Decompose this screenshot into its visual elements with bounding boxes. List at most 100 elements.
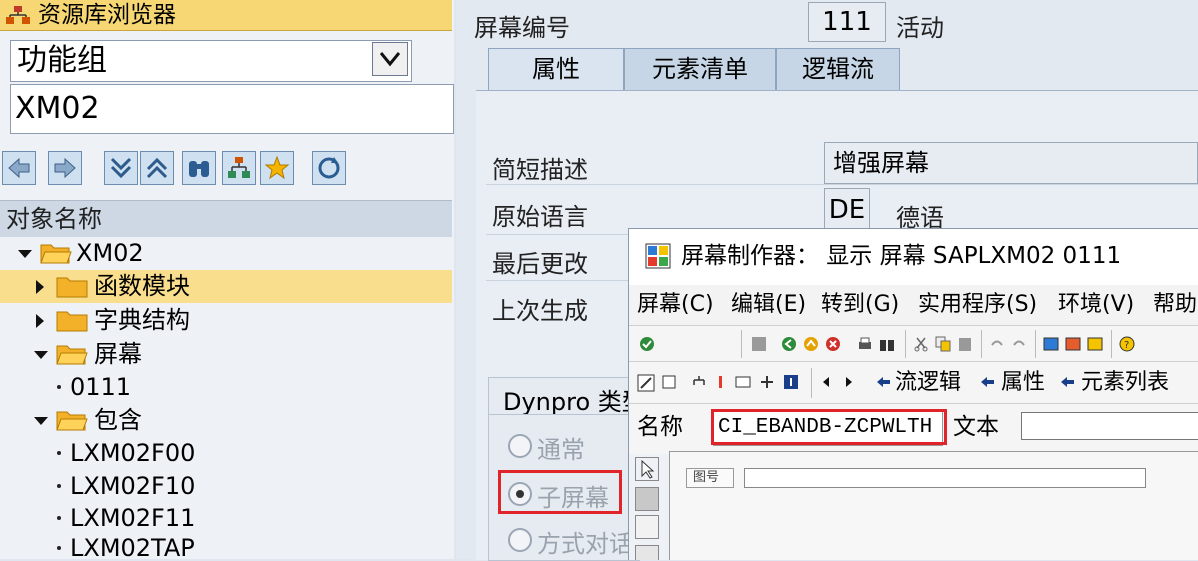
info-marker-icon[interactable] bbox=[713, 374, 729, 390]
orig-lang-field[interactable]: DE bbox=[824, 188, 870, 232]
folder-icon bbox=[56, 311, 88, 332]
back-button[interactable] bbox=[2, 151, 36, 185]
object-name-input[interactable]: XM02 bbox=[10, 84, 454, 134]
folder-open-icon bbox=[40, 244, 72, 264]
paste-icon[interactable] bbox=[957, 336, 973, 352]
tree-node-include[interactable]: LXM02F10 bbox=[0, 470, 452, 503]
edit-icon[interactable] bbox=[637, 374, 655, 392]
menu-environment[interactable]: 环境(V) bbox=[1058, 291, 1134, 319]
radio-modal[interactable] bbox=[508, 528, 532, 552]
tree-label: XM02 bbox=[76, 239, 144, 267]
layout-canvas[interactable]: 图号 bbox=[669, 451, 1198, 560]
inputfield-tool-icon[interactable] bbox=[635, 515, 659, 539]
display-change-icon[interactable] bbox=[661, 374, 677, 390]
tree-node-dictionary-structures[interactable]: 字典结构 bbox=[0, 304, 452, 337]
find-button[interactable] bbox=[182, 151, 216, 185]
refresh-button[interactable] bbox=[312, 151, 346, 185]
help-icon[interactable]: ? bbox=[1119, 336, 1135, 352]
back-icon[interactable] bbox=[781, 336, 797, 352]
copy-icon[interactable] bbox=[935, 336, 951, 352]
next-icon[interactable] bbox=[841, 374, 857, 390]
exit-icon[interactable] bbox=[803, 336, 819, 352]
bullet-icon bbox=[57, 451, 61, 455]
bullet-icon bbox=[57, 516, 61, 520]
attributes-link[interactable]: 属性 bbox=[1001, 368, 1045, 398]
tree-node-includes[interactable]: 包含 bbox=[0, 404, 452, 437]
info-icon[interactable] bbox=[783, 374, 799, 390]
forward-button[interactable] bbox=[48, 151, 82, 185]
menu-screen[interactable]: 屏幕(C) bbox=[637, 291, 714, 319]
layout-icon[interactable] bbox=[1087, 336, 1103, 352]
tree-node-screens[interactable]: 屏幕 bbox=[0, 338, 452, 371]
menu-edit[interactable]: 编辑(E) bbox=[731, 291, 806, 319]
hierarchy-icon[interactable] bbox=[691, 374, 707, 390]
element-list-link[interactable]: 元素列表 bbox=[1081, 368, 1169, 398]
screen-painter-window: 屏幕制作器： 显示 屏幕 SAPLXM02 0111 屏幕(C) 编辑(E) 转… bbox=[628, 228, 1198, 560]
collapse-button[interactable] bbox=[104, 151, 138, 185]
object-type-dropdown[interactable]: 功能组 bbox=[10, 40, 412, 82]
tab-element-list[interactable]: 元素清单 bbox=[624, 48, 776, 90]
tree-node-include[interactable]: LXM02TAP bbox=[0, 532, 452, 559]
dropdown-button[interactable] bbox=[372, 42, 408, 76]
network-icon[interactable] bbox=[759, 374, 775, 390]
toolbar-separator bbox=[1111, 330, 1112, 358]
standard-toolbar: ? bbox=[629, 325, 1198, 362]
expanded-icon[interactable] bbox=[18, 250, 32, 258]
flow-logic-link[interactable]: 流逻辑 bbox=[895, 368, 961, 398]
tab-attributes[interactable]: 属性 bbox=[488, 48, 624, 90]
cut-icon[interactable] bbox=[913, 336, 929, 352]
tree-column-header: 对象名称 bbox=[0, 200, 452, 237]
hierarchy-icon bbox=[228, 157, 250, 178]
save-icon[interactable] bbox=[751, 336, 767, 352]
canvas-label-element[interactable]: 图号 bbox=[686, 468, 734, 488]
expanded-icon[interactable] bbox=[34, 417, 48, 425]
element-text-field[interactable] bbox=[1021, 412, 1198, 440]
radio-normal[interactable] bbox=[508, 434, 532, 458]
screen-number-field[interactable]: 111 bbox=[808, 2, 886, 42]
layout-icon[interactable] bbox=[1065, 336, 1081, 352]
collapsed-icon[interactable] bbox=[36, 314, 44, 328]
expanded-icon[interactable] bbox=[34, 351, 48, 359]
layout-icon[interactable] bbox=[1043, 336, 1059, 352]
tree-node-include[interactable]: LXM02F11 bbox=[0, 502, 452, 535]
toolbar-separator bbox=[981, 330, 982, 358]
short-desc-field[interactable]: 增强屏幕 bbox=[824, 142, 1198, 184]
find-icon[interactable] bbox=[879, 336, 895, 352]
tree-node-xm02[interactable]: XM02 bbox=[0, 237, 452, 270]
menu-goto[interactable]: 转到(G) bbox=[821, 291, 899, 319]
textfield-tool-icon[interactable] bbox=[635, 487, 659, 511]
layout-icon[interactable] bbox=[735, 374, 751, 390]
element-palette bbox=[635, 457, 661, 560]
print-icon[interactable] bbox=[857, 336, 873, 352]
canvas-input-element[interactable] bbox=[744, 468, 1146, 488]
expand-button[interactable] bbox=[140, 151, 174, 185]
tree-header-label: 对象名称 bbox=[6, 205, 102, 233]
tree-node-include[interactable]: LXM02F00 bbox=[0, 437, 452, 470]
name-field-highlight bbox=[711, 409, 947, 445]
menu-help[interactable]: 帮助 bbox=[1153, 291, 1197, 319]
last-changed-label: 最后更改 bbox=[492, 250, 588, 278]
pointer-tool-icon[interactable] bbox=[635, 457, 659, 481]
redo-icon[interactable] bbox=[1011, 336, 1027, 352]
tree-node-screen-0111[interactable]: 0111 bbox=[0, 371, 452, 404]
toolbar-separator bbox=[741, 330, 742, 358]
tree-node-function-modules[interactable]: 函数模块 bbox=[0, 270, 452, 303]
application-toolbar: 流逻辑 属性 元素列表 bbox=[629, 361, 1198, 404]
canvas-label-text: 图号 bbox=[693, 470, 720, 485]
folder-open-icon bbox=[56, 345, 88, 365]
tab-flow-logic[interactable]: 逻辑流 bbox=[776, 48, 900, 90]
cancel-icon[interactable] bbox=[825, 336, 841, 352]
cursor-icon bbox=[641, 459, 655, 479]
undo-icon[interactable] bbox=[989, 336, 1005, 352]
collapsed-icon[interactable] bbox=[36, 280, 44, 294]
menu-utilities[interactable]: 实用程序(S) bbox=[918, 291, 1037, 319]
refresh-icon bbox=[318, 157, 340, 179]
radio-modal-label: 方式对话 bbox=[537, 530, 633, 558]
favorites-button[interactable] bbox=[260, 151, 294, 185]
check-icon[interactable] bbox=[639, 336, 655, 352]
arrow-left-icon bbox=[981, 377, 994, 387]
checkbox-tool-icon[interactable] bbox=[635, 545, 659, 560]
hierarchy-button[interactable] bbox=[222, 151, 256, 185]
repository-browser-pane: 资源库浏览器 功能组 XM02 对象名称 XM02 函数模块 字典结构 屏幕 0… bbox=[0, 0, 454, 559]
previous-icon[interactable] bbox=[819, 374, 835, 390]
